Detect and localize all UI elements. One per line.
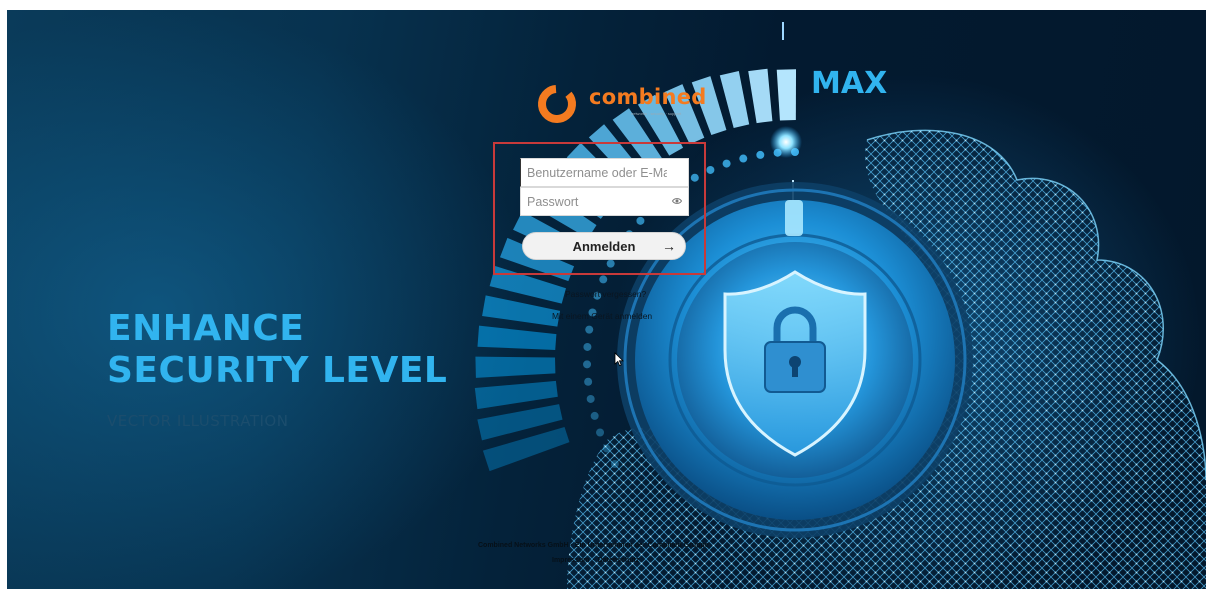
device-login-link[interactable]: Mit einem Gerät anmelden — [552, 311, 652, 321]
gauge-dot — [584, 377, 593, 386]
privacy-link[interactable]: Datenschutz — [598, 557, 640, 564]
gauge-segment — [719, 71, 750, 128]
password-field[interactable] — [520, 187, 689, 216]
gauge-dot — [583, 360, 592, 369]
mouse-cursor-icon — [614, 352, 624, 367]
show-password-eye-icon[interactable] — [672, 197, 682, 205]
login-button[interactable]: Anmelden → — [522, 232, 686, 260]
gauge-segment — [474, 380, 558, 410]
username-field[interactable] — [520, 158, 689, 187]
gauge-dot — [739, 154, 748, 163]
gauge-segment — [776, 69, 797, 121]
username-input[interactable] — [521, 159, 667, 186]
headline-line-2: SECURITY LEVEL — [107, 350, 448, 391]
login-button-label: Anmelden — [572, 238, 636, 254]
gauge-segment — [748, 68, 773, 124]
gauge-dot — [596, 428, 605, 437]
brand-logo: combined networks · security · support — [535, 78, 706, 128]
gauge-dot — [599, 275, 608, 284]
footer-links: Impressum · Datenschutz — [552, 557, 640, 564]
hero-subline: VECTOR ILLUSTRATION — [107, 412, 289, 430]
gauge-segment — [477, 325, 557, 350]
brand-tagline: networks · security · support — [631, 111, 682, 116]
password-input[interactable] — [521, 188, 667, 215]
brand-name: combined — [589, 85, 707, 109]
dial-max-label: MAX — [811, 66, 888, 101]
arrow-right-icon: → — [662, 238, 676, 254]
gauge-dot — [590, 411, 599, 420]
gauge-dot — [722, 159, 731, 168]
combined-logo-icon — [538, 85, 576, 123]
gauge-dot — [585, 325, 594, 334]
imprint-link[interactable]: Impressum — [552, 557, 589, 564]
gauge-dot — [706, 165, 715, 174]
gauge-dot — [756, 150, 765, 159]
forgot-password-link[interactable]: Passwort vergessen? — [565, 289, 646, 299]
headline-line-1: ENHANCE — [107, 308, 305, 349]
footer-company: Combined Networks GmbH · Ein Unternehmen… — [478, 542, 709, 549]
hero-headline: ENHANCE SECURITY LEVEL — [107, 308, 447, 392]
gauge-dot — [586, 394, 595, 403]
gauge-dot — [583, 342, 592, 351]
gauge-segment — [475, 356, 556, 378]
